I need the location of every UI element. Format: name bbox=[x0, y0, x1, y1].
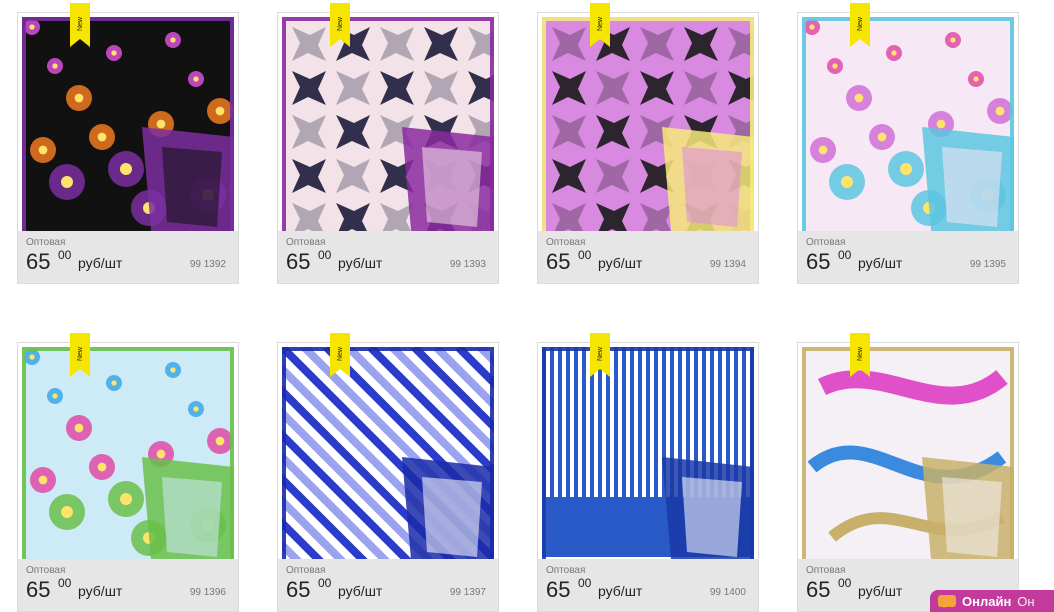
price-unit: руб/шт bbox=[858, 255, 903, 271]
price-type-label: Оптовая bbox=[286, 565, 326, 576]
price-panel: Оптовая 65 00 руб/шт 99 1396 bbox=[18, 559, 238, 611]
new-badge-label: New bbox=[336, 347, 344, 362]
scarf-image bbox=[542, 17, 754, 241]
price-decimal: 00 bbox=[318, 248, 332, 262]
new-badge: New bbox=[70, 333, 90, 377]
product-code: 99 1396 bbox=[189, 587, 226, 598]
online-chat-button[interactable]: Онлайн Он bbox=[930, 590, 1054, 612]
new-badge: New bbox=[590, 333, 610, 377]
product-card[interactable]: New Оптовая 65 00 руб/шт 99 1395 bbox=[797, 3, 1019, 284]
product-image[interactable] bbox=[542, 347, 754, 571]
chat-bubble-icon bbox=[938, 595, 956, 608]
price-integer: 65 bbox=[286, 249, 311, 274]
price-unit: руб/шт bbox=[858, 583, 903, 599]
price-decimal: 00 bbox=[318, 576, 332, 590]
product-card[interactable]: New Оптовая 65 00 руб/шт 99 1397 bbox=[277, 333, 499, 612]
chat-label-secondary: Он bbox=[1017, 593, 1035, 609]
new-badge: New bbox=[850, 333, 870, 377]
price-integer: 65 bbox=[806, 249, 831, 274]
price-panel: Оптовая 65 00 руб/шт 99 1395 bbox=[798, 231, 1018, 283]
price-decimal: 00 bbox=[578, 576, 592, 590]
new-badge-label: New bbox=[76, 347, 84, 362]
price-unit: руб/шт bbox=[78, 583, 123, 599]
product-card[interactable]: New Оптовая 65 00 руб/шт 99 1393 bbox=[277, 3, 499, 284]
product-image[interactable] bbox=[22, 347, 234, 571]
product-card[interactable]: New Оптовая 65 00 руб/шт 99 1392 bbox=[17, 3, 239, 284]
scarf-image bbox=[22, 347, 234, 571]
product-image[interactable] bbox=[22, 17, 234, 241]
product-code: 99 1395 bbox=[969, 259, 1006, 270]
product-code: 99 1400 bbox=[709, 587, 746, 598]
product-image[interactable] bbox=[802, 347, 1014, 571]
scarf-image bbox=[802, 17, 1014, 241]
price-integer: 65 bbox=[806, 577, 831, 602]
scarf-image bbox=[282, 17, 494, 241]
product-card[interactable]: New Оптовая 65 00 руб/шт 99 1400 bbox=[537, 333, 759, 612]
price-unit: руб/шт bbox=[338, 255, 383, 271]
new-badge: New bbox=[330, 333, 350, 377]
product-code: 99 1393 bbox=[449, 259, 486, 270]
price-decimal: 00 bbox=[838, 576, 852, 590]
scarf-image bbox=[282, 347, 494, 571]
scarf-image bbox=[802, 347, 1014, 571]
price-unit: руб/шт bbox=[78, 255, 123, 271]
price-panel: Оптовая 65 00 руб/шт 99 1392 bbox=[18, 231, 238, 283]
price-integer: 65 bbox=[546, 249, 571, 274]
scarf-image bbox=[542, 347, 754, 571]
price-integer: 65 bbox=[546, 577, 571, 602]
product-card[interactable]: New Оптовая 65 00 руб/шт 99 1396 bbox=[17, 333, 239, 612]
new-badge-label: New bbox=[856, 17, 864, 32]
product-image[interactable] bbox=[802, 17, 1014, 241]
product-image[interactable] bbox=[282, 347, 494, 571]
product-code: 99 1392 bbox=[189, 259, 226, 270]
product-card[interactable]: New Оптовая 65 00 руб/шт 99 1394 bbox=[537, 3, 759, 284]
new-badge: New bbox=[330, 3, 350, 47]
new-badge-label: New bbox=[856, 347, 864, 362]
price-integer: 65 bbox=[286, 577, 311, 602]
new-badge-label: New bbox=[76, 17, 84, 32]
price-unit: руб/шт bbox=[338, 583, 383, 599]
product-card[interactable]: New Оптовая 65 00 руб/шт bbox=[797, 333, 1019, 612]
price-unit: руб/шт bbox=[598, 583, 643, 599]
price-panel: Оптовая 65 00 руб/шт 99 1394 bbox=[538, 231, 758, 283]
new-badge: New bbox=[850, 3, 870, 47]
price-type-label: Оптовая bbox=[26, 237, 66, 248]
price-type-label: Оптовая bbox=[26, 565, 66, 576]
product-code: 99 1394 bbox=[709, 259, 746, 270]
price-type-label: Оптовая bbox=[546, 565, 586, 576]
price-panel: Оптовая 65 00 руб/шт 99 1397 bbox=[278, 559, 498, 611]
product-code: 99 1397 bbox=[449, 587, 486, 598]
price-type-label: Оптовая bbox=[806, 565, 846, 576]
price-type-label: Оптовая bbox=[546, 237, 586, 248]
new-badge-label: New bbox=[596, 347, 604, 362]
new-badge: New bbox=[590, 3, 610, 47]
price-integer: 65 bbox=[26, 577, 51, 602]
price-decimal: 00 bbox=[58, 248, 72, 262]
new-badge-label: New bbox=[596, 17, 604, 32]
price-type-label: Оптовая bbox=[806, 237, 846, 248]
price-unit: руб/шт bbox=[598, 255, 643, 271]
price-integer: 65 bbox=[26, 249, 51, 274]
new-badge-label: New bbox=[336, 17, 344, 32]
product-image[interactable] bbox=[282, 17, 494, 241]
product-image[interactable] bbox=[542, 17, 754, 241]
price-decimal: 00 bbox=[58, 576, 72, 590]
price-panel: Оптовая 65 00 руб/шт 99 1400 bbox=[538, 559, 758, 611]
price-decimal: 00 bbox=[838, 248, 852, 262]
price-type-label: Оптовая bbox=[286, 237, 326, 248]
new-badge: New bbox=[70, 3, 90, 47]
scarf-image bbox=[22, 17, 234, 241]
price-panel: Оптовая 65 00 руб/шт 99 1393 bbox=[278, 231, 498, 283]
chat-label: Онлайн bbox=[962, 593, 1012, 609]
price-decimal: 00 bbox=[578, 248, 592, 262]
